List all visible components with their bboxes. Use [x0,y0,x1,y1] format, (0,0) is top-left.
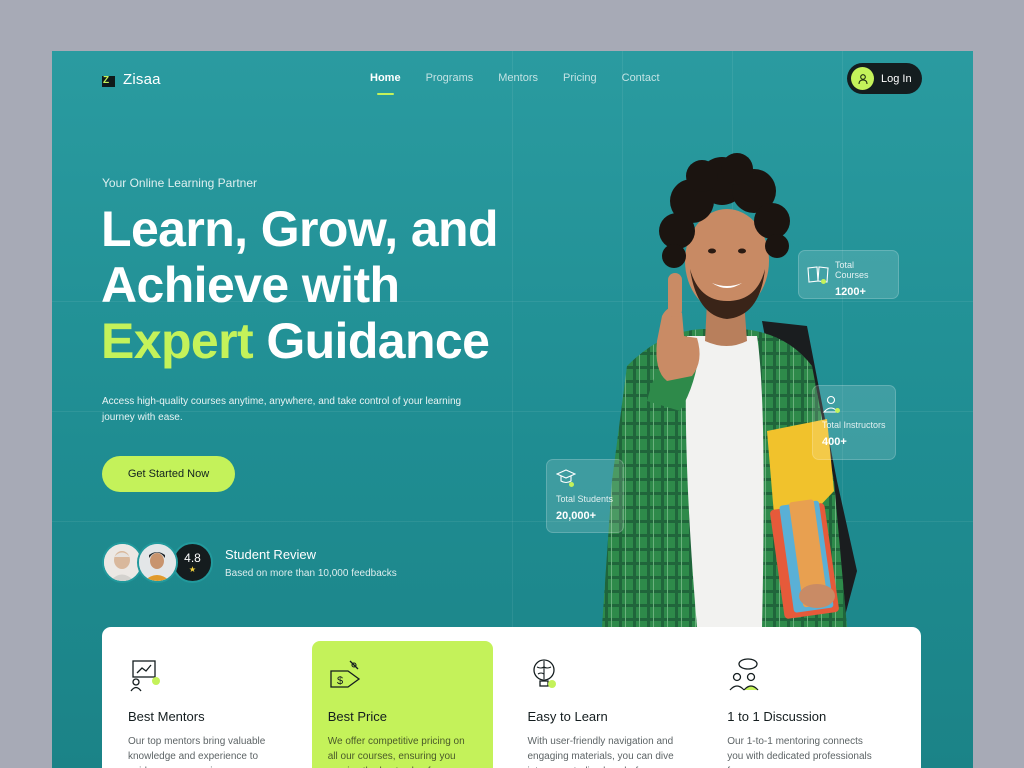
stat-label: Total Instructors [822,420,886,430]
headline-line-1: Learn, Grow, and [101,201,499,257]
feature-title: Best Price [327,709,387,724]
nav-item-home[interactable]: Home [370,72,401,95]
instructor-icon [822,395,886,418]
review-title: Student Review [225,546,317,562]
headline-highlight: Expert [101,313,254,369]
hero-description: Access high-quality courses anytime, any… [102,396,462,423]
headline-line-2: Achieve with [101,257,400,313]
stat-label: Total Courses [835,260,869,280]
student-review: 4.8 ★ Student Review Based on more than … [102,542,397,583]
nav-item-pricing[interactable]: Pricing [563,72,597,90]
price-tag-icon: $ [328,657,364,693]
feature-title: 1 to 1 Discussion [727,709,827,724]
nav-item-programs[interactable]: Programs [426,72,474,90]
stat-card-instructors: Total Instructors 400+ [812,385,896,460]
rating-badge: 4.8 ★ [172,542,213,583]
brain-bulb-icon [528,657,564,693]
star-icon: ★ [188,564,197,574]
logo-mark-icon: Z [102,72,117,87]
book-icon [807,265,829,288]
main-nav: Home Programs Mentors Pricing Contact [370,72,660,95]
features-panel: Best Mentors Our top mentors bring valua… [102,627,921,768]
feature-description: Our top mentors bring valuable knowledge… [128,736,266,768]
rating-value: 4.8 [184,550,201,565]
brand-name: Zisaa [123,71,161,88]
graduation-cap-icon [555,469,614,490]
hero-headline: Learn, Grow, and Achieve with Expert Gui… [101,201,499,369]
feature-card-easy-to-learn[interactable]: Easy to Learn With user-friendly navigat… [512,641,693,768]
login-label: Log In [881,72,912,85]
user-icon [851,67,874,90]
review-subtitle: Based on more than 10,000 feedbacks [225,567,397,579]
feature-title: Best Mentors [128,709,205,724]
stat-label: Total Students [556,494,614,504]
feature-description: We offer competitive pricing on all our … [327,736,475,768]
feature-card-best-mentors[interactable]: Best Mentors Our top mentors bring valua… [112,641,293,768]
stat-card-courses: Total Courses 1200+ [798,250,899,299]
feature-description: Our 1-to-1 mentoring connects you with d… [727,736,872,768]
feature-card-best-price[interactable]: $ Best Price We offer competitive pricin… [311,641,493,768]
avatar [137,542,178,583]
stat-value: 1200+ [835,286,866,298]
nav-item-mentors[interactable]: Mentors [498,72,538,90]
login-button[interactable]: Log In [847,63,922,94]
landing-page: Z Zisaa Home Programs Mentors Pricing Co… [52,51,973,768]
feature-description: With user-friendly navigation and engagi… [527,736,674,768]
get-started-button[interactable]: Get Started Now [102,456,235,492]
headline-line-3-rest: Guidance [266,313,490,369]
stat-value: 20,000+ [556,510,597,522]
hero-eyebrow: Your Online Learning Partner [102,176,257,190]
headline-line-3: Expert Guidance [101,313,498,369]
feature-title: Easy to Learn [527,709,608,724]
svg-text:$: $ [337,675,343,687]
discussion-icon [727,657,763,693]
stat-card-students: Total Students 20,000+ [546,459,624,533]
presentation-icon [128,657,164,693]
feature-card-discussion[interactable]: 1 to 1 Discussion Our 1-to-1 mentoring c… [711,641,892,768]
stat-value: 400+ [822,436,847,448]
nav-item-contact[interactable]: Contact [622,72,660,90]
brand-logo[interactable]: Z Zisaa [102,71,161,88]
